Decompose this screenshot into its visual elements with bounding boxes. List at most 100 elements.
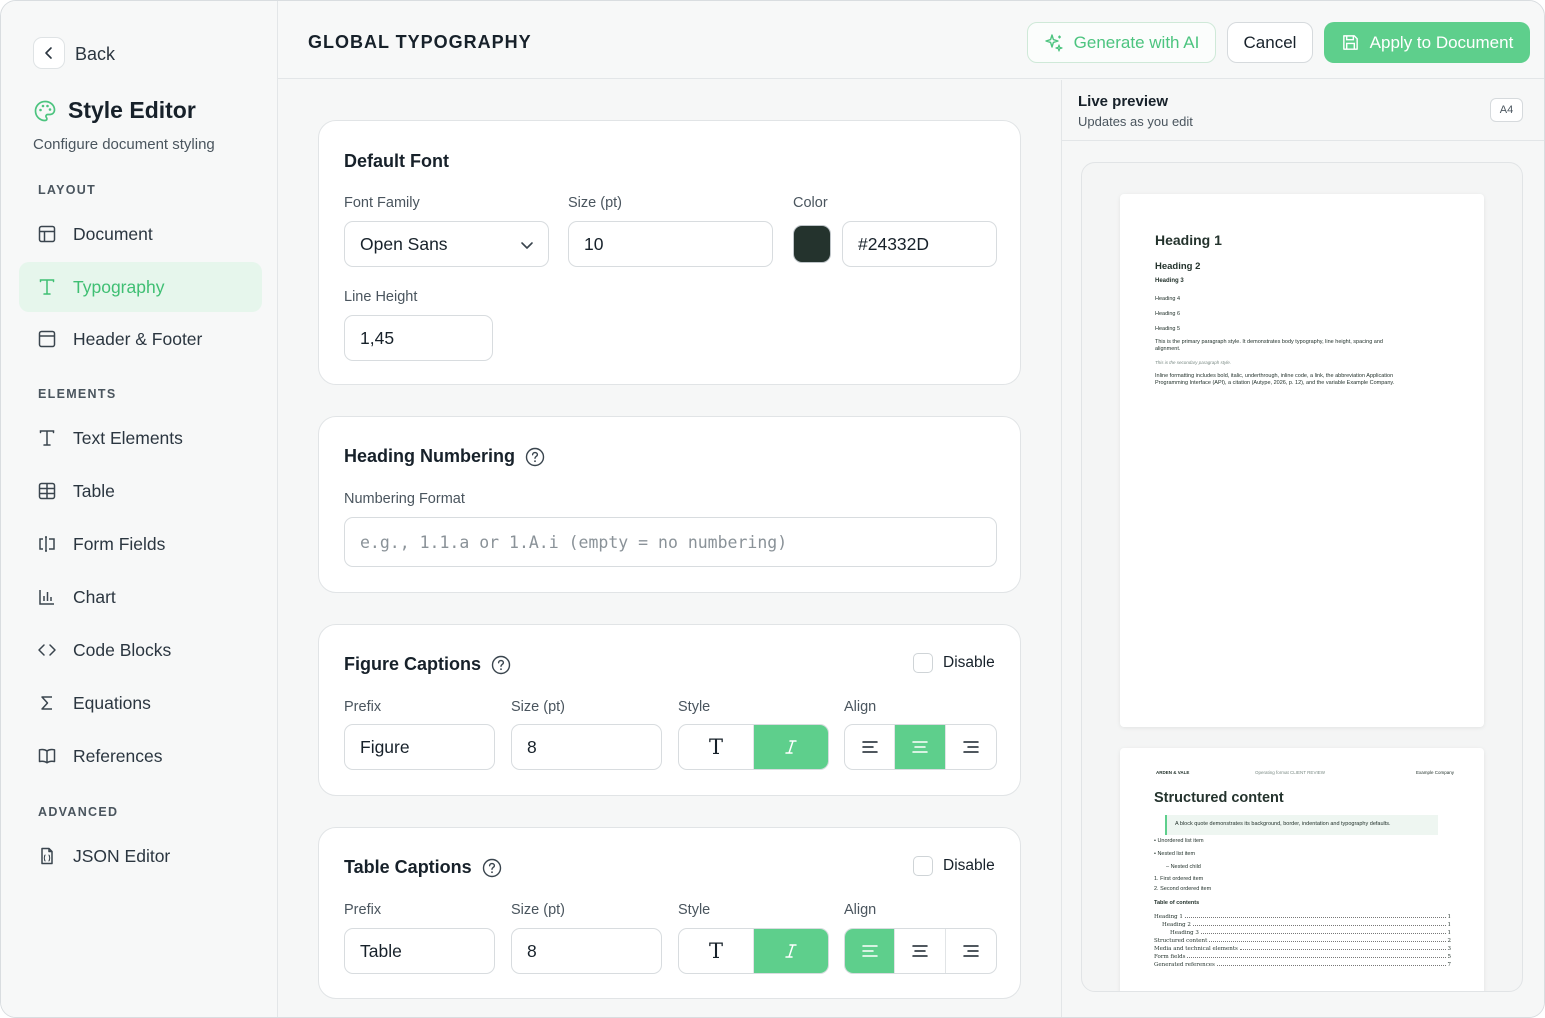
preview-heading-1: Heading 1 (1155, 232, 1222, 248)
align-center-button[interactable] (895, 725, 946, 769)
sidebar-item-chart[interactable]: Chart (19, 572, 262, 622)
back-label[interactable]: Back (75, 44, 115, 65)
sidebar-item-code-blocks[interactable]: Code Blocks (19, 625, 262, 675)
sidebar-item-json-editor[interactable]: JSON Editor (19, 831, 262, 881)
main-content: Default Font Font Family Open Sans Size … (278, 80, 1061, 1017)
text-normal-icon: T (708, 735, 723, 759)
sidebar-item-label: Header & Footer (73, 328, 203, 349)
generate-with-ai-button[interactable]: Generate with AI (1027, 22, 1216, 63)
table-size-label: Size (pt) (511, 902, 565, 918)
figure-style-label: Style (678, 699, 711, 715)
toc-label: Heading 2 (1162, 922, 1191, 928)
table-icon (38, 482, 56, 500)
sidebar-item-equations[interactable]: Equations (19, 678, 262, 728)
figure-captions-title-text: Figure Captions (344, 654, 482, 674)
sidebar-item-references[interactable]: References (19, 731, 262, 781)
toc-page: 7 (1447, 962, 1452, 968)
disable-checkbox[interactable] (913, 856, 933, 876)
sidebar-item-label: Code Blocks (73, 639, 172, 660)
font-family-select[interactable]: Open Sans (344, 221, 549, 267)
style-italic-button[interactable] (754, 725, 828, 769)
help-circle-icon[interactable] (525, 447, 545, 467)
preview-paragraph-inline: Inline formatting includes bold, italic,… (1155, 373, 1394, 379)
table-prefix-label: Prefix (344, 902, 382, 918)
numbering-format-placeholder: e.g., 1.1.a or 1.A.i (empty = no numberi… (360, 532, 788, 552)
back-button[interactable] (33, 37, 65, 69)
figure-prefix-input[interactable]: Figure (344, 724, 495, 770)
help-circle-icon[interactable] (482, 858, 502, 878)
sparkles-icon (1044, 33, 1063, 52)
disable-checkbox[interactable] (913, 653, 933, 673)
sidebar-item-label: Table (73, 480, 115, 501)
preview-paragraph-primary-cont: alignment. (1155, 346, 1181, 352)
table-prefix-value: Table (360, 940, 402, 961)
sidebar-item-label: Text Elements (73, 427, 183, 448)
preview-frame[interactable]: Heading 1 Heading 2 Heading 3 Heading 4 … (1081, 162, 1523, 992)
toc-page: 2 (1447, 938, 1452, 944)
file-json-icon (41, 847, 53, 865)
panel-icon (38, 330, 56, 348)
toc-label: Heading 1 (1154, 914, 1183, 920)
preview-paragraph-secondary: This is the secondary paragraph style. (1155, 360, 1232, 365)
table-captions-disable-toggle[interactable]: Disable (913, 856, 995, 876)
sidebar-item-form-fields[interactable]: Form Fields (19, 519, 262, 569)
figure-size-input[interactable]: 8 (511, 724, 662, 770)
preview-toc-row: Heading 3 1 (1170, 930, 1451, 936)
toc-label: Structured content (1154, 938, 1208, 944)
font-family-value: Open Sans (360, 233, 448, 254)
preview-list-item: • Unordered list item (1154, 838, 1204, 844)
sidebar-item-header-footer[interactable]: Header & Footer (19, 314, 262, 364)
align-left-icon (861, 741, 878, 753)
chevron-left-icon (45, 47, 52, 59)
sidebar: Back Style Editor Configure document sty… (1, 1, 278, 1017)
align-right-button[interactable] (946, 725, 996, 769)
toc-page: 3 (1447, 946, 1452, 952)
sidebar-item-label: Typography (73, 276, 165, 297)
save-icon (1342, 35, 1358, 50)
sidebar-item-text-elements[interactable]: Text Elements (19, 413, 262, 463)
apply-to-document-button[interactable]: Apply to Document (1324, 22, 1530, 63)
style-normal-button[interactable]: T (679, 929, 754, 973)
table-prefix-input[interactable]: Table (344, 928, 495, 974)
preview-block-quote-text: A block quote demonstrates its backgroun… (1175, 821, 1391, 827)
align-center-button[interactable] (895, 929, 946, 973)
font-size-label: Size (pt) (568, 195, 622, 211)
toc-page: 5 (1447, 954, 1452, 960)
style-normal-button[interactable]: T (679, 725, 754, 769)
section-label-elements: ELEMENTS (38, 387, 117, 401)
table-align-toggle (844, 928, 997, 974)
line-height-input[interactable]: 1,45 (344, 315, 493, 361)
align-left-button[interactable] (845, 725, 896, 769)
align-left-button[interactable] (845, 929, 896, 973)
editor-title: Style Editor (68, 97, 196, 123)
font-size-value: 10 (584, 233, 604, 254)
figure-captions-disable-toggle[interactable]: Disable (913, 653, 995, 673)
table-size-input[interactable]: 8 (511, 928, 662, 974)
sidebar-item-typography[interactable]: Typography (19, 262, 262, 312)
table-align-label: Align (844, 902, 877, 918)
style-italic-button[interactable] (754, 929, 828, 973)
numbering-format-input[interactable]: e.g., 1.1.a or 1.A.i (empty = no numberi… (344, 517, 997, 567)
align-right-button[interactable] (946, 929, 996, 973)
chevron-down-icon (521, 242, 533, 249)
apply-to-document-label: Apply to Document (1369, 32, 1514, 52)
heading-numbering-title-text: Heading Numbering (344, 446, 516, 466)
preview-header-left: ARDEN & VALE (1156, 770, 1190, 775)
preview-subtitle: Updates as you edit (1078, 114, 1193, 129)
toc-label: Media and technical elements (1154, 946, 1238, 952)
sidebar-item-table[interactable]: Table (19, 466, 262, 516)
preview-block-quote: A block quote demonstrates its backgroun… (1165, 815, 1438, 835)
cancel-button[interactable]: Cancel (1227, 22, 1313, 63)
preview-page-2: ARDEN & VALE Operating format CLIENT REV… (1120, 748, 1484, 991)
sidebar-item-document[interactable]: Document (19, 209, 262, 259)
generate-with-ai-label: Generate with AI (1073, 32, 1200, 52)
font-size-input[interactable]: 10 (568, 221, 773, 267)
section-label-advanced: ADVANCED (38, 805, 119, 819)
color-hex-input[interactable]: #24332D (842, 221, 997, 267)
palette-icon (34, 100, 56, 122)
preview-toc-row: Media and technical elements 3 (1154, 946, 1451, 952)
help-circle-icon[interactable] (491, 655, 511, 675)
table-style-label: Style (678, 902, 711, 918)
figure-size-label: Size (pt) (511, 699, 565, 715)
color-swatch[interactable] (793, 225, 831, 263)
